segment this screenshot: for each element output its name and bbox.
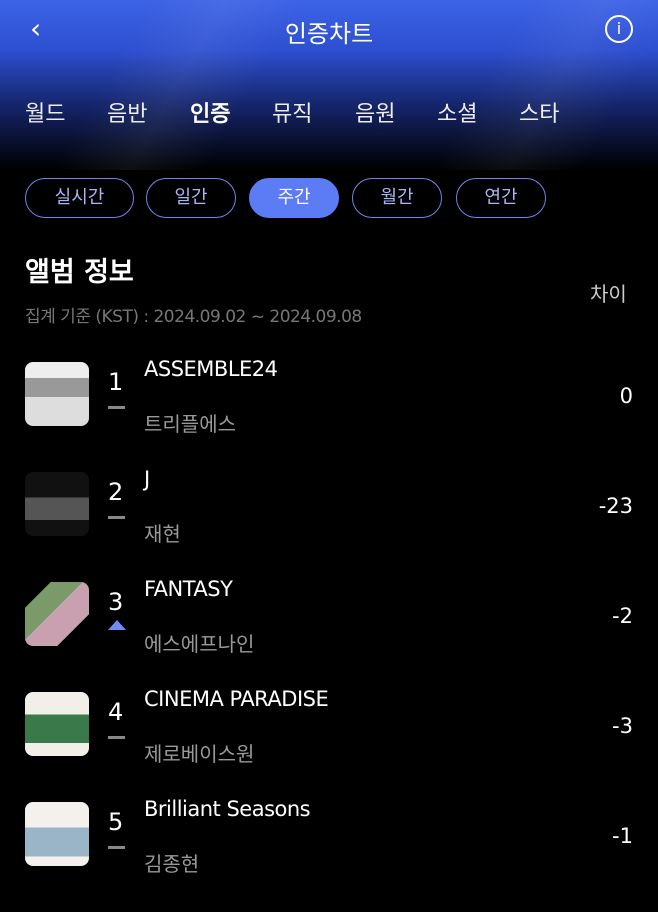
artist: 트리플에스 (144, 412, 236, 436)
artist: 재현 (144, 522, 181, 546)
tab-star[interactable]: 스타 (519, 96, 559, 128)
album-cover (25, 472, 89, 536)
info-circle-icon[interactable]: i (605, 15, 633, 43)
page-title: 인증차트 (284, 20, 374, 48)
diff-value: -23 (598, 494, 633, 518)
chart-row[interactable]: 1 ASSEMBLE24 트리플에스 0 (0, 357, 658, 472)
diff-header: 차이 (590, 282, 627, 306)
tab-album[interactable]: 음반 (107, 96, 147, 128)
period-range: 집계 기준 (KST) : 2024.09.02 ~ 2024.09.08 (25, 307, 362, 327)
diff-value: -3 (612, 714, 633, 738)
rank: 1 (108, 368, 124, 396)
period-yearly[interactable]: 연간 (456, 178, 546, 218)
diff-value: -2 (612, 604, 633, 628)
period-daily[interactable]: 일간 (146, 178, 236, 218)
trend-up-icon (108, 620, 126, 630)
chart-row[interactable]: 5 Brilliant Seasons 김종현 -1 (0, 797, 658, 912)
rank: 5 (108, 808, 124, 836)
period-realtime[interactable]: 실시간 (25, 178, 134, 218)
album-title: J (144, 467, 150, 491)
trend-same-icon (108, 406, 125, 409)
album-cover (25, 692, 89, 756)
chart-row[interactable]: 3 FANTASY 에스에프나인 -2 (0, 577, 658, 692)
album-title: Brilliant Seasons (144, 797, 311, 821)
header: ‹ 인증차트 i 월드 음반 인증 뮤직 음원 소셜 스타 (0, 0, 658, 170)
album-cover (25, 802, 89, 866)
trend-same-icon (108, 516, 125, 519)
tab-world[interactable]: 월드 (25, 96, 65, 128)
diff-value: 0 (619, 384, 633, 408)
section-title: 앨범 정보 (25, 257, 134, 288)
album-cover (25, 362, 89, 426)
album-title: CINEMA PARADISE (144, 687, 329, 711)
chart-row[interactable]: 2 J 재현 -23 (0, 467, 658, 582)
trend-same-icon (108, 846, 125, 849)
rank: 4 (108, 698, 124, 726)
period-monthly[interactable]: 월간 (352, 178, 442, 218)
diff-value: -1 (612, 824, 633, 848)
tab-digital[interactable]: 음원 (355, 96, 395, 128)
rank: 2 (108, 478, 124, 506)
chart-row[interactable]: 4 CINEMA PARADISE 제로베이스원 -3 (0, 687, 658, 802)
tab-social[interactable]: 소셜 (437, 96, 477, 128)
period-weekly[interactable]: 주간 (249, 178, 339, 218)
artist: 김종현 (144, 852, 200, 876)
tab-certified[interactable]: 인증 (190, 96, 230, 128)
album-cover (25, 582, 89, 646)
artist: 제로베이스원 (144, 742, 255, 766)
rank: 3 (108, 588, 124, 616)
trend-same-icon (108, 736, 125, 739)
album-title: ASSEMBLE24 (144, 357, 278, 381)
artist: 에스에프나인 (144, 632, 255, 656)
album-title: FANTASY (144, 577, 233, 601)
tab-music[interactable]: 뮤직 (272, 96, 312, 128)
